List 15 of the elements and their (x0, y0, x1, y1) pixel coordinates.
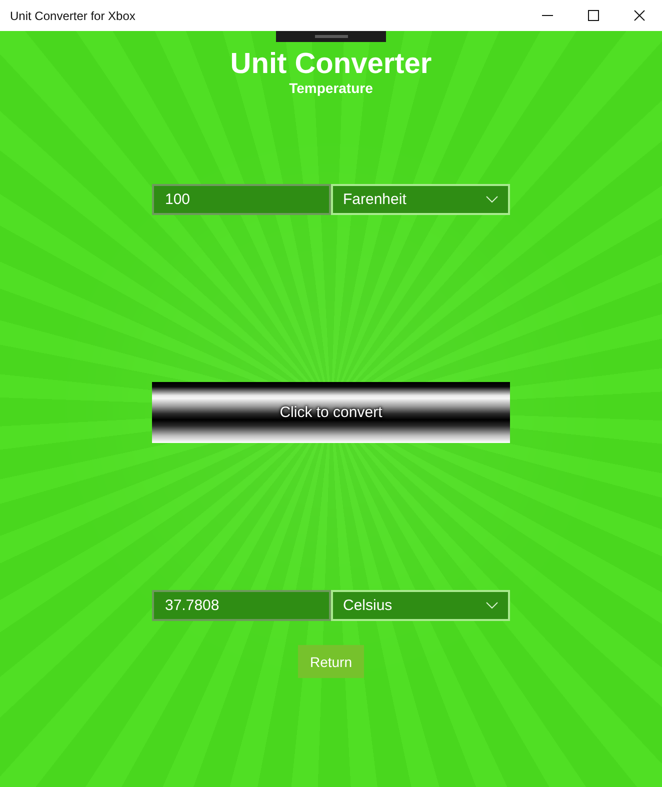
return-button[interactable]: Return (298, 645, 364, 678)
value-field[interactable]: 37.7808 (152, 590, 331, 621)
handle-bar[interactable] (276, 31, 386, 42)
unit-dropdown[interactable]: Farenheit (331, 184, 510, 215)
window-title: Unit Converter for Xbox (10, 8, 136, 22)
close-icon (634, 10, 644, 21)
value-field[interactable]: 100 (152, 184, 331, 215)
unit-dropdown[interactable]: Celsius (331, 590, 510, 621)
app-subtitle: Temperature (289, 80, 373, 96)
chevron-down-icon (486, 196, 498, 203)
chevron-down-icon (486, 602, 498, 609)
maximize-icon (588, 10, 598, 21)
app-title: Unit Converter (230, 48, 432, 80)
grip-line-icon (314, 35, 348, 38)
convert-button[interactable]: Click to convert (152, 382, 510, 443)
